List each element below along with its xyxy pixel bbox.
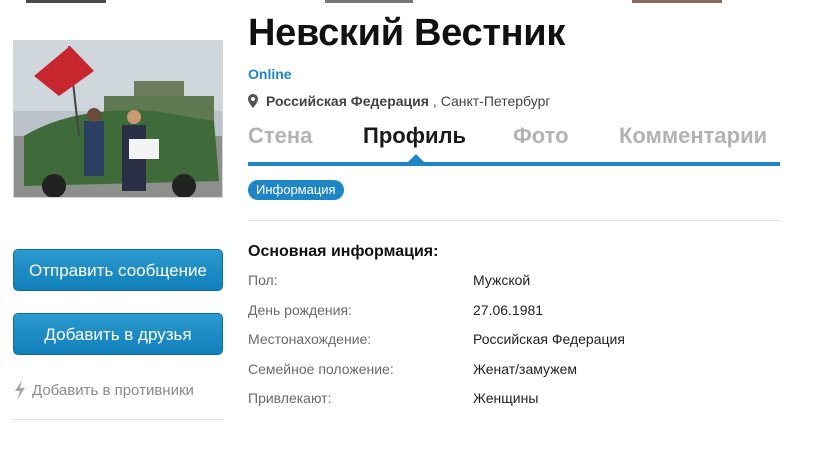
tab-comments[interactable]: Комментарии — [619, 123, 767, 149]
info-label: Семейное положение: — [248, 361, 394, 377]
tab-profile[interactable]: Профиль — [363, 123, 466, 149]
top-strip-image — [632, 0, 722, 3]
send-message-button[interactable]: Отправить сообщение — [13, 249, 223, 291]
avatar-photo — [14, 41, 222, 197]
location: Российская Федерация , Санкт-Петербург — [248, 93, 551, 109]
profile-tabs: Стена Профиль Фото Комментарии — [248, 121, 780, 167]
location-city: , Санкт-Петербург — [433, 93, 551, 109]
info-value: Российская Федерация — [473, 331, 625, 347]
add-enemy-link[interactable]: Добавить в противники — [14, 380, 194, 400]
add-enemy-label: Добавить в противники — [32, 381, 194, 399]
info-value: 27.06.1981 — [473, 302, 544, 318]
info-value: Женат/замужем — [473, 361, 577, 377]
active-tab-indicator — [408, 154, 424, 162]
lightning-icon — [15, 380, 25, 400]
map-pin-icon — [248, 94, 258, 108]
divider — [248, 220, 780, 221]
location-country[interactable]: Российская Федерация — [266, 93, 429, 109]
info-value: Женщины — [473, 390, 539, 406]
info-label: Привлекают: — [248, 390, 332, 406]
info-label: Местонахождение: — [248, 331, 372, 347]
add-friend-button[interactable]: Добавить в друзья — [13, 313, 223, 355]
info-label: Пол: — [248, 272, 278, 288]
tab-underline — [248, 162, 780, 166]
subtab-info[interactable]: Информация — [248, 180, 344, 200]
location-separator: , — [432, 93, 437, 109]
profile-name: Невский Вестник — [248, 12, 566, 54]
info-value: Мужской — [473, 272, 531, 288]
info-label: День рождения: — [248, 302, 352, 318]
divider — [13, 419, 223, 420]
section-title: Основная информация: — [248, 243, 439, 260]
tab-wall[interactable]: Стена — [248, 123, 312, 149]
location-city-name: Санкт-Петербург — [440, 93, 551, 109]
profile-avatar[interactable] — [13, 40, 223, 198]
top-strip-image — [325, 0, 413, 3]
top-strip-image — [26, 0, 106, 3]
online-status: Online — [248, 66, 292, 82]
tab-photo[interactable]: Фото — [513, 123, 569, 149]
